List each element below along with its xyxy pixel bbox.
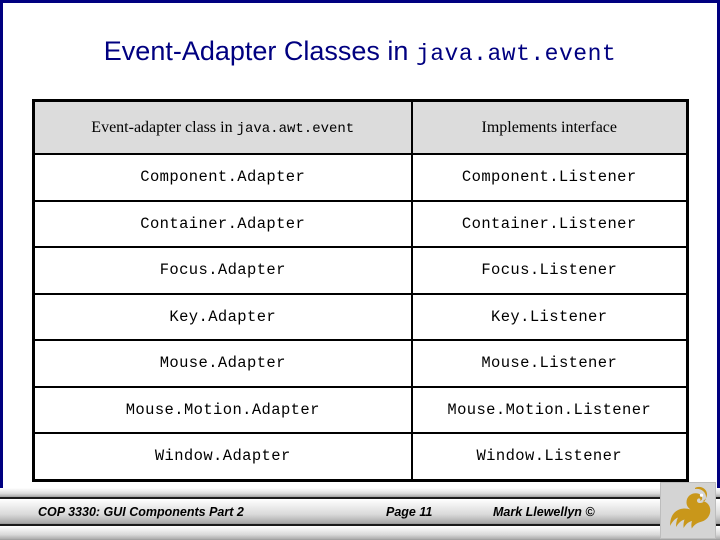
cell-adapter-class: Focus.Adapter: [32, 246, 413, 295]
column-header-adapter-class-package: java.awt.event: [236, 120, 355, 137]
table-row: Window.Adapter Window.Listener: [32, 432, 689, 481]
cell-listener-interface: Mouse.Motion.Listener: [410, 385, 689, 434]
column-header-adapter-class-text: Event-adapter class in: [91, 118, 237, 136]
footer: COP 3330: GUI Components Part 2 Page 11 …: [0, 488, 720, 540]
cell-listener-interface: Focus.Listener: [410, 246, 689, 295]
footer-author-label: Mark Llewellyn ©: [493, 505, 595, 519]
table-row: Mouse.Adapter Mouse.Listener: [32, 339, 689, 388]
table-row: Component.Adapter Component.Listener: [32, 153, 689, 202]
adapters-table-wrapper: Event-adapter class in java.awt.event Im…: [32, 99, 689, 482]
ucf-pegasus-logo: [660, 482, 716, 539]
footer-page-number: Page 11: [386, 505, 433, 519]
column-header-implements-interface: Implements interface: [410, 99, 689, 155]
cell-adapter-class: Window.Adapter: [32, 432, 413, 481]
footer-course-label: COP 3330: GUI Components Part 2: [38, 505, 244, 519]
table-row: Key.Adapter Key.Listener: [32, 292, 689, 341]
table-body: Component.Adapter Component.Listener Conta…: [32, 153, 689, 481]
table-head: Event-adapter class in java.awt.event Im…: [32, 99, 689, 155]
page-title: Event-Adapter Classes in java.awt.event: [0, 36, 720, 67]
cell-listener-interface: Component.Listener: [410, 153, 689, 202]
table-row: Focus.Adapter Focus.Listener: [32, 246, 689, 295]
cell-listener-interface: Container.Listener: [410, 199, 689, 248]
slide: Event-Adapter Classes in java.awt.event …: [0, 0, 720, 540]
footer-bar-top: [0, 488, 720, 499]
pegasus-icon: [670, 486, 711, 529]
cell-adapter-class: Container.Adapter: [32, 199, 413, 248]
cell-adapter-class: Mouse.Adapter: [32, 339, 413, 388]
page-title-text: Event-Adapter Classes in: [103, 36, 416, 66]
footer-bar-bottom: [0, 526, 720, 540]
cell-adapter-class: Mouse.Motion.Adapter: [32, 385, 413, 434]
cell-listener-interface: Mouse.Listener: [410, 339, 689, 388]
cell-adapter-class: Component.Adapter: [32, 153, 413, 202]
column-header-adapter-class: Event-adapter class in java.awt.event: [32, 99, 413, 155]
table-header-row: Event-adapter class in java.awt.event Im…: [32, 99, 689, 155]
event-adapter-table: Event-adapter class in java.awt.event Im…: [32, 99, 689, 482]
cell-adapter-class: Key.Adapter: [32, 292, 413, 341]
page-title-package: java.awt.event: [415, 41, 617, 67]
cell-listener-interface: Key.Listener: [410, 292, 689, 341]
table-row: Mouse.Motion.Adapter Mouse.Motion.Listene…: [32, 385, 689, 434]
cell-listener-interface: Window.Listener: [410, 432, 689, 481]
table-row: Container.Adapter Container.Listener: [32, 199, 689, 248]
